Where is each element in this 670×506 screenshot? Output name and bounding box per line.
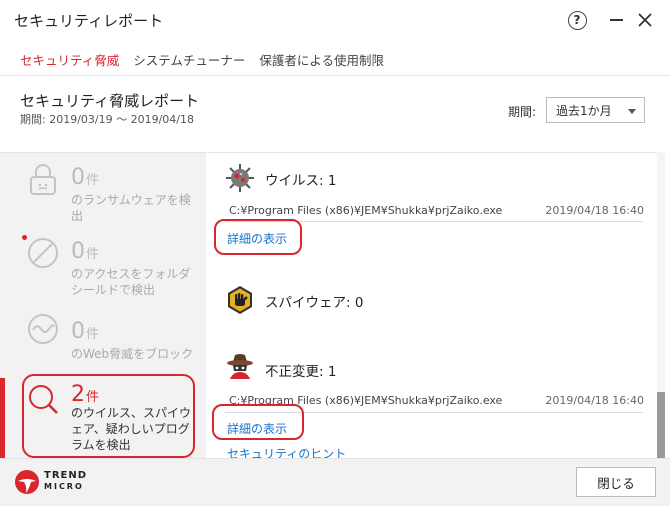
category-desc: のアクセスをフォルダシールドで検出 — [71, 267, 191, 297]
blocked-icon — [28, 238, 58, 268]
nav-tabs: セキュリティ脅威 システムチューナー 保護者による使用制限 — [20, 50, 398, 69]
window-title: セキュリティレポート — [14, 12, 164, 30]
period-label: 期間: — [508, 105, 537, 119]
chevron-down-icon — [628, 109, 636, 114]
close-window-button[interactable] — [634, 9, 656, 31]
period-selected-value: 過去1か月 — [556, 104, 612, 118]
scrollbar-thumb[interactable] — [657, 392, 665, 458]
spyware-hand-icon — [228, 286, 252, 314]
nav-divider — [0, 75, 670, 76]
minimize-button[interactable] — [605, 9, 627, 31]
tab-system-tuner[interactable]: システムチューナー — [133, 50, 245, 69]
category-web-threats[interactable]: 0件 のWeb脅威をブロック — [0, 310, 206, 382]
category-count: 0件 — [71, 165, 100, 190]
brand-name: TREND MICRO — [44, 470, 88, 491]
web-wave-icon — [28, 314, 58, 344]
close-button[interactable]: 閉じる — [576, 467, 656, 497]
minimize-icon — [609, 19, 623, 21]
highlight-annotation — [214, 219, 302, 255]
category-count: 0件 — [71, 319, 100, 344]
threat-file-path: C:¥Program Files (x86)¥JEM¥Shukka¥prjZai… — [229, 204, 503, 217]
threat-title-spyware: スパイウェア: 0 — [265, 295, 364, 311]
footer: TREND MICRO 閉じる — [0, 458, 670, 506]
tab-security-threats[interactable]: セキュリティ脅威 — [20, 50, 119, 69]
report-period: 期間: 2019/03/19 ～ 2019/04/18 — [20, 113, 194, 126]
report-title: セキュリティ脅威レポート — [20, 92, 200, 110]
lock-icon — [30, 164, 56, 195]
highlight-annotation — [22, 374, 195, 458]
category-ransomware[interactable]: 0件 のランサムウェアを検出 — [0, 158, 206, 230]
spy-hat-icon — [227, 354, 253, 379]
tab-parental-controls[interactable]: 保護者による使用制限 — [259, 50, 384, 69]
highlight-annotation — [212, 404, 304, 440]
period-select[interactable]: 過去1か月 — [546, 97, 645, 123]
threat-detail-pane: ウイルス: 1 C:¥Program Files (x86)¥JEM¥Shukk… — [207, 152, 657, 458]
threat-date: 2019/04/18 16:40 — [545, 394, 644, 407]
category-desc: のWeb脅威をブロック — [71, 347, 194, 361]
category-folder-shield[interactable]: 0件 のアクセスをフォルダシールドで検出 — [0, 232, 206, 304]
threat-title-virus: ウイルス: 1 — [265, 173, 337, 189]
category-count: 0件 — [71, 239, 100, 264]
close-icon — [638, 13, 652, 27]
title-bar: セキュリティレポート ? — [0, 0, 670, 40]
category-desc: のランサムウェアを検出 — [71, 193, 191, 223]
help-button[interactable]: ? — [566, 9, 588, 31]
trend-micro-logo-icon — [15, 470, 39, 494]
security-tips-link[interactable]: セキュリティのヒント — [227, 445, 346, 458]
virus-icon — [226, 164, 254, 192]
help-icon: ? — [567, 10, 587, 30]
threat-title-unauthorized-change: 不正変更: 1 — [265, 364, 337, 380]
threat-date: 2019/04/18 16:40 — [545, 204, 644, 217]
